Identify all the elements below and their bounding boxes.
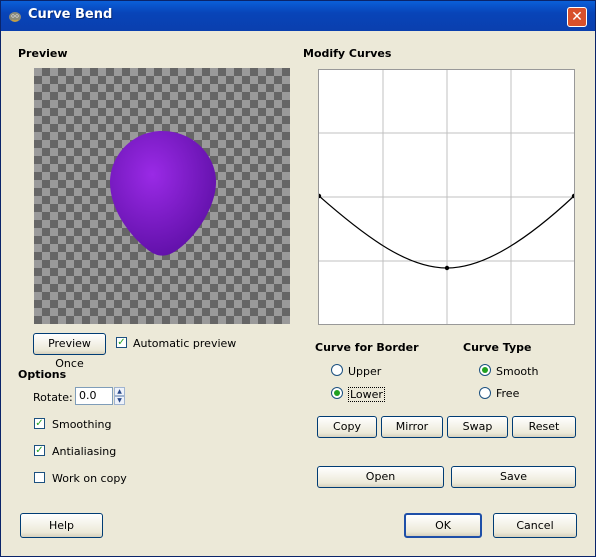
cancel-label: Cancel [516,519,554,532]
save-button[interactable]: Save [451,466,576,488]
preview-canvas [34,68,290,324]
work-on-copy-checkbox[interactable] [34,472,45,483]
curve-editor[interactable] [316,69,577,325]
help-label: Help [48,519,75,532]
smooth-label: Smooth [496,365,539,378]
ok-button[interactable]: OK [404,513,482,538]
reset-label: Reset [528,420,560,433]
cancel-button[interactable]: Cancel [493,513,577,538]
lower-label: Lower [348,387,385,402]
rotate-value: 0.0 [79,389,97,402]
open-button[interactable]: Open [317,466,444,488]
antialiasing-label: Antialiasing [52,445,117,458]
work-on-copy-label: Work on copy [52,472,127,485]
copy-button[interactable]: Copy [317,416,377,438]
window-title: Curve Bend [28,7,113,22]
rotate-label: Rotate: [33,391,73,404]
swap-label: Swap [462,420,493,433]
save-label: Save [499,470,527,483]
open-label: Open [365,470,396,483]
curve-type-heading: Curve Type [463,341,532,354]
curve-point[interactable] [444,265,450,271]
upper-radio[interactable] [331,364,343,376]
rotate-input[interactable]: 0.0 [75,387,113,405]
antialiasing-checkbox[interactable]: ✓ [34,445,45,456]
curve-for-border-heading: Curve for Border [315,341,419,354]
curve-graph[interactable] [316,70,577,324]
upper-label: Upper [348,365,382,378]
reset-button[interactable]: Reset [512,416,576,438]
free-radio[interactable] [479,387,491,399]
preview-once-label: Preview Once [48,337,91,370]
smoothing-checkbox[interactable]: ✓ [34,418,45,429]
mirror-button[interactable]: Mirror [381,416,443,438]
mirror-label: Mirror [395,420,429,433]
preview-shape [110,131,216,256]
smoothing-label: Smoothing [52,418,112,431]
lower-radio[interactable] [331,387,343,399]
preview-once-button[interactable]: Preview Once [33,333,106,370]
gimp-icon [9,12,21,22]
copy-label: Copy [333,420,361,433]
curve-bend-dialog: Curve Bend ✕ Preview Preview Once ✓ Auto… [0,0,596,557]
close-icon: ✕ [571,9,583,25]
spin-down-icon[interactable]: ▼ [114,396,125,405]
ok-label: OK [435,519,451,532]
close-button[interactable]: ✕ [567,7,587,27]
auto-preview-checkbox[interactable]: ✓ [116,337,127,348]
swap-button[interactable]: Swap [447,416,508,438]
help-button[interactable]: Help [20,513,103,538]
free-label: Free [496,387,520,400]
title-bar[interactable]: Curve Bend ✕ [1,1,595,31]
options-heading: Options [18,368,67,381]
preview-heading: Preview [18,47,68,60]
spin-up-icon[interactable]: ▲ [114,387,125,396]
smooth-radio[interactable] [479,364,491,376]
rotate-spinner[interactable]: ▲ ▼ [114,387,125,405]
auto-preview-label: Automatic preview [133,337,237,350]
modify-curves-heading: Modify Curves [303,47,392,60]
